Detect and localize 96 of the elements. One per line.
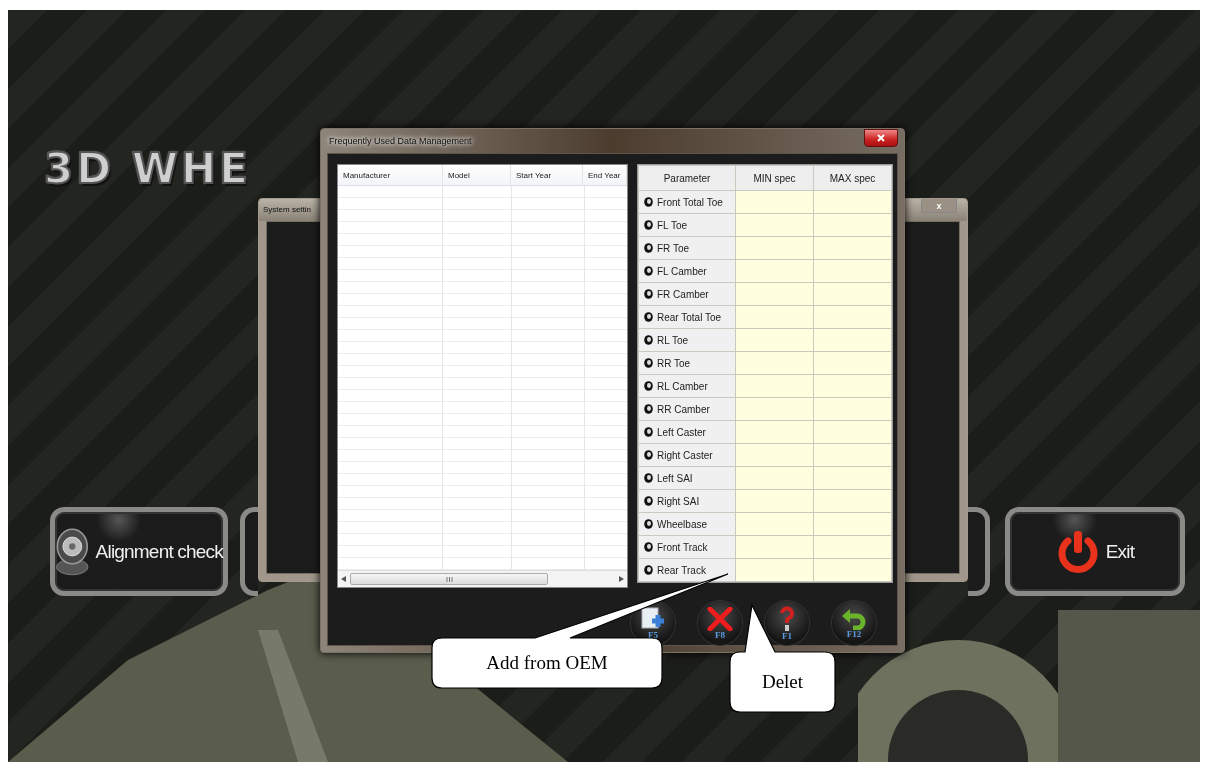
parameter-cell: Left Caster bbox=[639, 421, 735, 443]
parameter-cell: RR Camber bbox=[639, 398, 735, 420]
max-spec-cell[interactable] bbox=[814, 490, 891, 512]
grip-icon[interactable] bbox=[445, 576, 453, 582]
menu-tile-button[interactable]: Exit bbox=[1005, 507, 1185, 596]
min-spec-cell[interactable] bbox=[736, 536, 813, 558]
min-spec-cell[interactable] bbox=[736, 559, 813, 581]
max-spec-cell[interactable] bbox=[814, 306, 891, 328]
parameter-cell: RR Toe bbox=[639, 352, 735, 374]
min-spec-cell[interactable] bbox=[736, 421, 813, 443]
horizontal-scrollbar[interactable] bbox=[338, 570, 627, 587]
max-spec-cell[interactable] bbox=[814, 421, 891, 443]
wheel-icon bbox=[644, 289, 653, 299]
column-header: Parameter bbox=[639, 166, 735, 190]
wheel-icon bbox=[644, 243, 653, 253]
add-document-icon bbox=[640, 606, 666, 631]
parameter-cell: RL Toe bbox=[639, 329, 735, 351]
column-header: MIN spec bbox=[736, 166, 813, 190]
logo-text: 3D WHE bbox=[44, 144, 251, 194]
wheel-icon bbox=[644, 197, 653, 207]
delete-icon bbox=[707, 606, 733, 631]
min-spec-cell[interactable] bbox=[736, 237, 813, 259]
scroll-right-icon[interactable] bbox=[619, 576, 624, 582]
menu-tile-button[interactable] bbox=[968, 507, 990, 596]
parameter-cell: Rear Total Toe bbox=[639, 306, 735, 328]
parameter-cell: Right Caster bbox=[639, 444, 735, 466]
parameter-cell: Right SAI bbox=[639, 490, 735, 512]
min-spec-cell[interactable] bbox=[736, 398, 813, 420]
menu-tile-button[interactable] bbox=[240, 507, 258, 596]
parameter-cell: RL Camber bbox=[639, 375, 735, 397]
max-spec-cell[interactable] bbox=[814, 467, 891, 489]
menu-tile-button[interactable]: Alignment check bbox=[50, 507, 228, 596]
min-spec-cell[interactable] bbox=[736, 260, 813, 282]
parameter-cell: Front Total Toe bbox=[639, 191, 735, 213]
min-spec-cell[interactable] bbox=[736, 513, 813, 535]
wheel-icon bbox=[644, 427, 653, 437]
min-spec-cell[interactable] bbox=[736, 214, 813, 236]
callout-text: Delet bbox=[761, 671, 804, 693]
min-spec-cell[interactable] bbox=[736, 352, 813, 374]
max-spec-cell[interactable] bbox=[814, 260, 891, 282]
parameter-cell: Rear Track bbox=[639, 559, 735, 581]
scroll-left-icon[interactable] bbox=[341, 576, 346, 582]
wheel-icon bbox=[644, 519, 653, 529]
parameter-cell: Front Track bbox=[639, 536, 735, 558]
min-spec-cell[interactable] bbox=[736, 490, 813, 512]
window-title: System settin bbox=[263, 205, 311, 214]
max-spec-cell[interactable] bbox=[814, 191, 891, 213]
min-spec-cell[interactable] bbox=[736, 444, 813, 466]
parameter-cell: FR Camber bbox=[639, 283, 735, 305]
max-spec-cell[interactable] bbox=[814, 352, 891, 374]
question-mark-icon bbox=[779, 605, 795, 632]
max-spec-cell[interactable] bbox=[814, 536, 891, 558]
min-spec-cell[interactable] bbox=[736, 375, 813, 397]
wheel-icon bbox=[644, 542, 653, 552]
max-spec-cell[interactable] bbox=[814, 375, 891, 397]
parameter-cell: FL Camber bbox=[639, 260, 735, 282]
min-spec-cell[interactable] bbox=[736, 329, 813, 351]
parameter-cell: Wheelbase bbox=[639, 513, 735, 535]
parameter-cell: FL Toe bbox=[639, 214, 735, 236]
toolbar-button[interactable]: F1 bbox=[765, 601, 809, 645]
wheel-icon bbox=[644, 404, 653, 414]
min-spec-cell[interactable] bbox=[736, 306, 813, 328]
parameter-cell: FR Toe bbox=[639, 237, 735, 259]
max-spec-cell[interactable] bbox=[814, 559, 891, 581]
wheel-icon bbox=[644, 335, 653, 345]
column-header[interactable]: Model bbox=[443, 165, 511, 185]
max-spec-cell[interactable] bbox=[814, 513, 891, 535]
undo-arrow-icon bbox=[841, 607, 867, 630]
column-header[interactable]: Start Year bbox=[511, 165, 583, 185]
toolbar-button[interactable]: F12 bbox=[832, 601, 876, 645]
column-header[interactable]: End Year bbox=[583, 165, 627, 185]
parameter-cell: Left SAI bbox=[639, 467, 735, 489]
max-spec-cell[interactable] bbox=[814, 329, 891, 351]
max-spec-cell[interactable] bbox=[814, 237, 891, 259]
max-spec-cell[interactable] bbox=[814, 283, 891, 305]
toolbar-button[interactable]: F8 bbox=[698, 601, 742, 645]
column-header: MAX spec bbox=[814, 166, 891, 190]
column-header[interactable]: Manufacturer bbox=[338, 165, 443, 185]
min-spec-cell[interactable] bbox=[736, 467, 813, 489]
wheel-icon bbox=[644, 473, 653, 483]
close-icon[interactable] bbox=[864, 129, 898, 147]
dialog-title: Frequently Used Data Management bbox=[328, 136, 472, 146]
callout-text: Add from OEM bbox=[486, 652, 608, 674]
wheel-icon bbox=[644, 312, 653, 322]
wheel-icon bbox=[644, 220, 653, 230]
min-spec-cell[interactable] bbox=[736, 283, 813, 305]
max-spec-cell[interactable] bbox=[814, 444, 891, 466]
wheel-icon bbox=[644, 496, 653, 506]
wheel-icon bbox=[644, 358, 653, 368]
max-spec-cell[interactable] bbox=[814, 398, 891, 420]
max-spec-cell[interactable] bbox=[814, 214, 891, 236]
wheel-icon bbox=[644, 381, 653, 391]
wheel-icon bbox=[644, 565, 653, 575]
wheel-icon bbox=[644, 266, 653, 276]
min-spec-cell[interactable] bbox=[736, 191, 813, 213]
wheel-icon bbox=[644, 450, 653, 460]
